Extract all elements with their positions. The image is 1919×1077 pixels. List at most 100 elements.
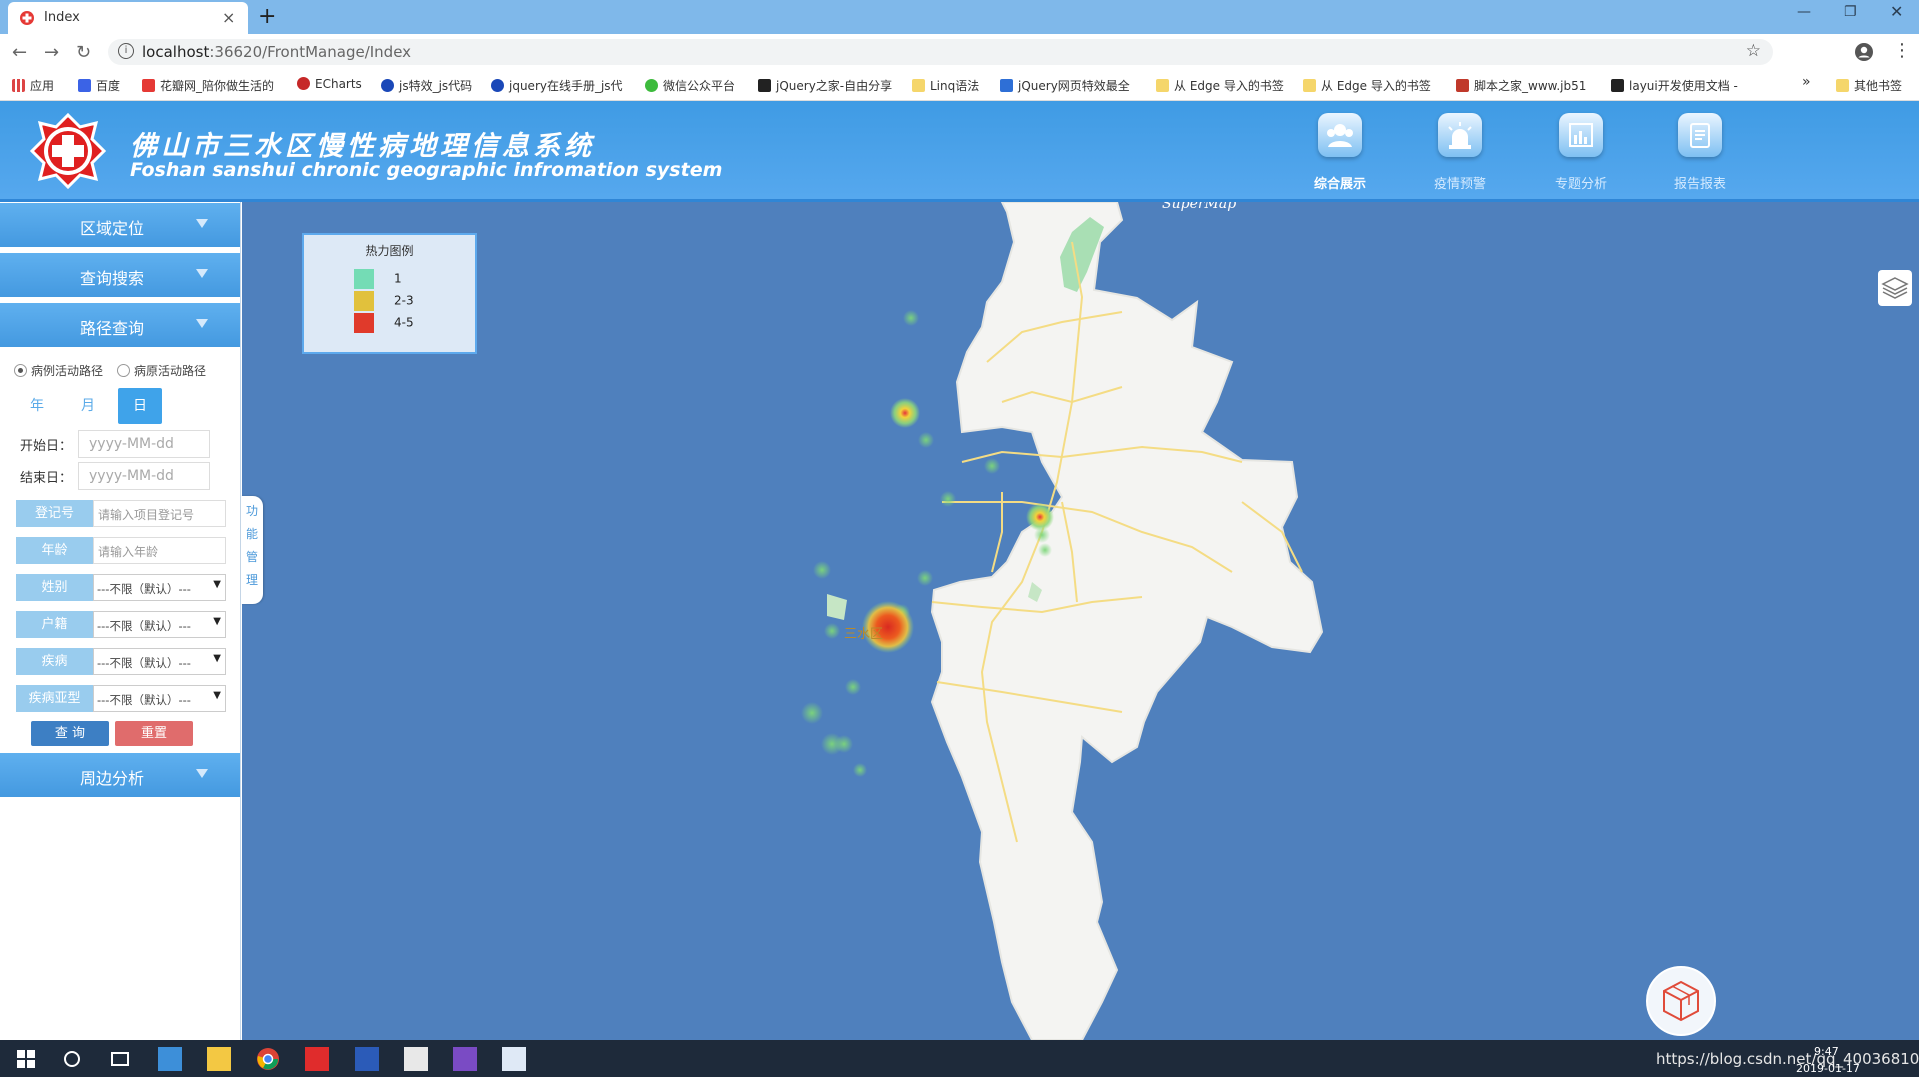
alarm-icon — [1438, 113, 1482, 157]
legend-row: 4-5 — [354, 313, 464, 333]
bookmark-edge-1[interactable]: 从 Edge 导入的书签 — [1156, 77, 1284, 94]
bookmark-star-icon[interactable]: ☆ — [1746, 41, 1761, 61]
bookmark-label: layui开发使用文档 - — [1629, 79, 1738, 93]
folder-icon — [912, 79, 925, 92]
legend-swatch — [354, 269, 374, 289]
bookmark-label: 百度 — [96, 79, 121, 93]
computer-icon[interactable] — [158, 1047, 182, 1071]
3d-view-button[interactable] — [1646, 966, 1716, 1036]
side-tab-char: 管 — [245, 550, 258, 564]
age-label: 年龄 — [16, 537, 93, 564]
reset-button[interactable]: 重置 — [115, 721, 193, 746]
bookmark-js[interactable]: js特效_js代码 — [381, 77, 472, 94]
apps-grid-icon — [12, 79, 25, 92]
segment-year[interactable]: 年 — [15, 388, 59, 424]
java-icon[interactable] — [404, 1047, 428, 1071]
file-explorer-icon[interactable] — [207, 1047, 231, 1071]
close-tab-icon[interactable]: × — [222, 8, 235, 27]
windows-start-icon[interactable] — [14, 1047, 38, 1071]
bookmark-label: 从 Edge 导入的书签 — [1174, 79, 1284, 93]
js-icon — [491, 79, 504, 92]
baidu-icon — [78, 79, 91, 92]
minimize-icon[interactable]: — — [1797, 4, 1811, 20]
tab-title: Index — [44, 10, 80, 25]
nav-report[interactable]: 报告报表 — [1655, 113, 1745, 193]
function-management-tab[interactable]: 功 能 管 理 — [241, 496, 263, 604]
word-icon[interactable] — [355, 1047, 379, 1071]
segment-month[interactable]: 月 — [66, 388, 110, 424]
chevron-down-icon — [196, 319, 208, 328]
url-text: localhost:36620/FrontManage/Index — [142, 43, 411, 61]
nav-topic-analysis[interactable]: 专题分析 — [1536, 113, 1626, 193]
url-path: :36620/FrontManage/Index — [209, 43, 412, 61]
close-window-icon[interactable]: ✕ — [1890, 2, 1903, 21]
chevron-down-icon — [196, 269, 208, 278]
bookmarks-overflow[interactable]: » — [1802, 74, 1811, 90]
bookmark-baidu[interactable]: 百度 — [78, 77, 120, 94]
app-subtitle: Foshan sanshui chronic geographic infrom… — [130, 159, 723, 181]
registration-input[interactable]: 请输入项目登记号 — [93, 500, 226, 527]
bookmark-apps[interactable]: 应用 — [12, 77, 54, 94]
site-info-icon[interactable]: i — [118, 43, 134, 59]
accordion-path-query[interactable]: 路径查询 — [0, 303, 240, 347]
folder-icon — [1836, 79, 1849, 92]
accordion-surrounding-analysis[interactable]: 周边分析 — [0, 753, 240, 797]
radio-pathogen-path[interactable]: 病原活动路径 — [117, 362, 206, 379]
task-view-icon[interactable] — [108, 1047, 132, 1071]
search-icon[interactable] — [60, 1047, 84, 1071]
gender-label: 姓别 — [16, 574, 93, 601]
bookmark-layui[interactable]: layui开发使用文档 - — [1611, 77, 1738, 94]
menu-icon[interactable]: ⋮ — [1893, 40, 1911, 61]
age-input[interactable]: 请输入年龄 — [93, 537, 226, 564]
bookmark-label: jQuery之家-自由分享 — [776, 79, 893, 93]
accordion-region-locate[interactable]: 区域定位 — [0, 203, 240, 247]
bookmark-other[interactable]: 其他书签 — [1836, 77, 1902, 94]
radio-case-path[interactable]: 病例活动路径 — [14, 362, 103, 379]
bookmark-edge-2[interactable]: 从 Edge 导入的书签 — [1303, 77, 1431, 94]
new-tab-icon[interactable]: + — [258, 4, 276, 29]
bookmark-jquery-manual[interactable]: jquery在线手册_js代 — [491, 77, 623, 94]
visual-studio-icon[interactable] — [453, 1047, 477, 1071]
nav-comprehensive-display[interactable]: 综合展示 — [1295, 113, 1385, 193]
end-date-input[interactable]: yyyy-MM-dd — [78, 462, 210, 490]
bookmark-jb51[interactable]: 脚本之家_www.jb51 — [1456, 77, 1586, 94]
segment-day[interactable]: 日 — [118, 388, 162, 424]
bookmark-jquery-effects[interactable]: jQuery网页特效最全 — [1000, 77, 1130, 94]
address-bar[interactable]: i localhost:36620/FrontManage/Index ☆ — [108, 39, 1773, 65]
accordion-label: 查询搜索 — [80, 269, 145, 288]
query-button[interactable]: 查 询 — [31, 721, 109, 746]
gender-select[interactable]: ---不限（默认）--- ▼ — [93, 574, 226, 601]
browser-tab[interactable]: Index × — [8, 2, 248, 34]
jb51-icon — [1456, 79, 1469, 92]
bookmark-echarts[interactable]: ECharts — [297, 77, 362, 91]
disease-subtype-select[interactable]: ---不限（默认）--- ▼ — [93, 685, 226, 712]
restore-icon[interactable]: ❐ — [1844, 4, 1857, 20]
layers-icon — [1881, 277, 1909, 299]
account-icon[interactable] — [1855, 43, 1873, 61]
forward-icon[interactable]: → — [44, 42, 59, 63]
reload-icon[interactable]: ↻ — [76, 42, 91, 63]
bookmark-label: jquery在线手册_js代 — [509, 79, 623, 93]
dropdown-arrow-icon: ▼ — [213, 579, 221, 590]
youdao-icon[interactable] — [305, 1047, 329, 1071]
select-value: ---不限（默认）--- — [97, 619, 191, 633]
layer-switch-button[interactable] — [1878, 270, 1912, 306]
legend-title: 热力图例 — [365, 244, 414, 258]
photos-icon[interactable] — [502, 1047, 526, 1071]
bookmark-label: js特效_js代码 — [399, 79, 473, 93]
nav-epidemic-warning[interactable]: 疫情预警 — [1415, 113, 1505, 193]
bookmark-wechat[interactable]: 微信公众平台 — [645, 77, 735, 94]
back-icon[interactable]: ← — [12, 42, 27, 63]
map-view[interactable]: 三水区 SuperMap — [242, 202, 1919, 1040]
bookmark-linq[interactable]: Linq语法 — [912, 77, 979, 94]
accordion-query-search[interactable]: 查询搜索 — [0, 253, 240, 297]
start-date-input[interactable]: yyyy-MM-dd — [78, 430, 210, 458]
household-select[interactable]: ---不限（默认）--- ▼ — [93, 611, 226, 638]
js-icon — [381, 79, 394, 92]
accordion-label: 区域定位 — [80, 219, 145, 238]
bookmark-jquery-home[interactable]: jQuery之家-自由分享 — [758, 77, 892, 94]
legend-row: 2-3 — [354, 291, 464, 311]
disease-select[interactable]: ---不限（默认）--- ▼ — [93, 648, 226, 675]
chrome-icon[interactable] — [256, 1047, 280, 1071]
bookmark-huaban[interactable]: 花瓣网_陪你做生活的 — [142, 77, 274, 94]
